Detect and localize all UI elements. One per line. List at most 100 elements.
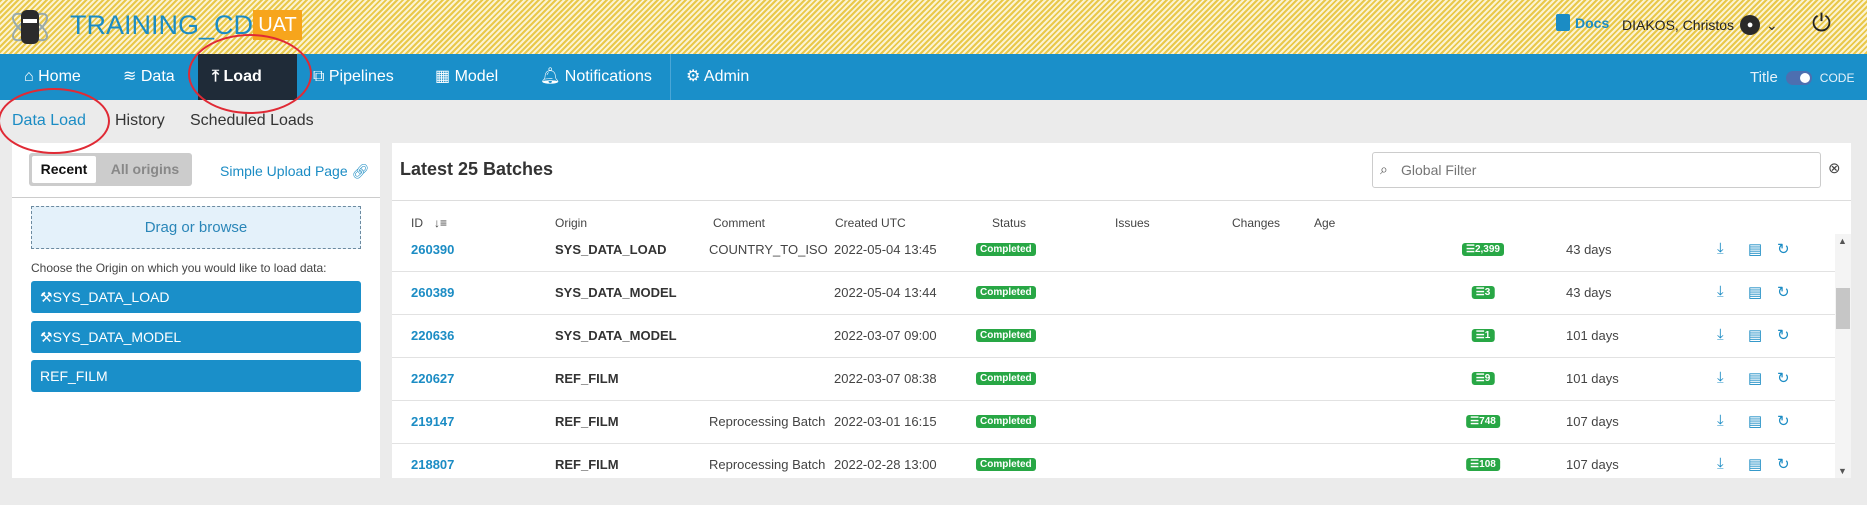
changes-badge[interactable]: ☰3 xyxy=(1471,286,1495,299)
column-header-created-utc[interactable]: Created UTC xyxy=(835,216,906,230)
segment-recent[interactable]: Recent xyxy=(32,156,96,183)
changes-count: 748 xyxy=(1479,416,1496,427)
batch-id-link[interactable]: 260389 xyxy=(411,285,454,300)
changes-badge[interactable]: ☰1 xyxy=(1471,329,1495,342)
origin-cell: REF_FILM xyxy=(555,457,619,472)
table-row[interactable]: 219147 REF_FILM Reprocessing Batch 2022-03-… xyxy=(392,401,1835,444)
nav-label: Admin xyxy=(703,68,750,85)
table-row[interactable]: 260390 SYS_DATA_LOAD COUNTRY_TO_ISO 2022-05… xyxy=(392,229,1835,272)
clear-filter-icon[interactable]: ⊗ xyxy=(1828,159,1841,177)
magic-wand-icon: ⚒ xyxy=(40,329,53,345)
segment-all-origins[interactable]: All origins xyxy=(101,156,189,183)
log-document-icon[interactable]: ▤ xyxy=(1748,412,1762,430)
download-icon[interactable]: ⤓ xyxy=(1717,326,1724,343)
reload-icon[interactable]: ↻ xyxy=(1777,412,1790,430)
subtab-history[interactable]: History xyxy=(115,112,165,130)
user-menu[interactable]: DIAKOS, Christos ● ⌄ xyxy=(1622,15,1778,35)
batch-id-link[interactable]: 260390 xyxy=(411,242,454,257)
changes-count: 108 xyxy=(1479,459,1496,470)
changes-badge[interactable]: ☰2,399 xyxy=(1462,243,1504,256)
log-document-icon[interactable]: ▤ xyxy=(1748,283,1762,301)
nav-pipelines[interactable]: ⧉ Pipelines xyxy=(313,54,394,100)
changes-badge[interactable]: ☰9 xyxy=(1471,372,1495,385)
origin-cell: SYS_DATA_LOAD xyxy=(555,242,667,257)
file-dropzone[interactable]: Drag or browse xyxy=(31,206,361,249)
column-header-comment[interactable]: Comment xyxy=(713,216,765,230)
subtab-scheduled-loads[interactable]: Scheduled Loads xyxy=(190,112,314,130)
home-icon: ⌂ xyxy=(24,68,39,85)
nav-model[interactable]: ▦ Model xyxy=(435,54,498,100)
changes-count: 9 xyxy=(1484,373,1491,384)
download-icon[interactable]: ⤓ xyxy=(1717,369,1724,386)
origin-button[interactable]: ⚒SYS_DATA_MODEL xyxy=(31,321,361,353)
docs-link[interactable]: Docs xyxy=(1556,14,1609,31)
reload-icon[interactable]: ↻ xyxy=(1777,240,1790,258)
list-icon: ☰ xyxy=(1470,416,1480,427)
reload-icon[interactable]: ↻ xyxy=(1777,455,1790,473)
log-document-icon[interactable]: ▤ xyxy=(1748,240,1762,258)
nav-admin[interactable]: ⚙ Admin xyxy=(686,54,749,100)
origin-cell: REF_FILM xyxy=(555,371,619,386)
scrollbar-thumb[interactable] xyxy=(1836,288,1850,329)
log-document-icon[interactable]: ▤ xyxy=(1748,455,1762,473)
batch-id-link[interactable]: 220627 xyxy=(411,371,454,386)
toggle-switch[interactable] xyxy=(1785,70,1812,85)
column-header-id[interactable]: ID xyxy=(411,216,423,230)
reload-icon[interactable]: ↻ xyxy=(1777,369,1790,387)
log-document-icon[interactable]: ▤ xyxy=(1748,326,1762,344)
column-header-origin[interactable]: Origin xyxy=(555,216,587,230)
created-cell: 2022-03-01 16:15 xyxy=(834,414,937,429)
batch-id-link[interactable]: 220636 xyxy=(411,328,454,343)
list-icon: ☰ xyxy=(1475,330,1485,341)
download-icon[interactable]: ⤓ xyxy=(1717,412,1724,429)
nav-label: Data xyxy=(140,68,175,85)
simple-upload-link[interactable]: Simple Upload Page 🔗︎ xyxy=(220,163,369,180)
origin-cell: REF_FILM xyxy=(555,414,619,429)
batch-id-link[interactable]: 219147 xyxy=(411,414,454,429)
scroll-down-icon[interactable]: ▼ xyxy=(1838,466,1847,476)
nav-label: Model xyxy=(454,68,499,85)
status-badge: Completed xyxy=(976,415,1036,428)
toggle-right-label: CODE xyxy=(1819,70,1855,85)
model-icon: ▦ xyxy=(435,68,455,85)
download-icon[interactable]: ⤓ xyxy=(1717,455,1724,472)
table-row[interactable]: 220636 SYS_DATA_MODEL 2022-03-07 09:00 Comp… xyxy=(392,315,1835,358)
column-header-issues[interactable]: Issues xyxy=(1115,216,1150,230)
download-icon[interactable]: ⤓ xyxy=(1717,283,1724,300)
scroll-up-icon[interactable]: ▲ xyxy=(1838,236,1847,246)
download-icon[interactable]: ⤓ xyxy=(1717,240,1724,257)
origin-button[interactable]: REF_FILM xyxy=(31,360,361,392)
list-icon: ☰ xyxy=(1475,287,1485,298)
gear-icon: ⚙ xyxy=(686,68,704,85)
changes-count: 2,399 xyxy=(1474,244,1500,255)
nav-notifications[interactable]: 🔔︎ Notifications xyxy=(540,54,652,100)
origin-panel: Recent All origins Simple Upload Page 🔗︎… xyxy=(12,143,380,478)
table-row[interactable]: 220627 REF_FILM 2022-03-07 08:38 Completed ☰… xyxy=(392,358,1835,401)
list-icon: ☰ xyxy=(1475,373,1485,384)
table-row[interactable]: 218807 REF_FILM Reprocessing Batch 2022-02-… xyxy=(392,444,1835,478)
column-header-changes[interactable]: Changes xyxy=(1232,216,1280,230)
reload-icon[interactable]: ↻ xyxy=(1777,283,1790,301)
bell-icon: 🔔︎ xyxy=(540,68,565,85)
title-code-toggle[interactable]: Title CODE xyxy=(1750,69,1854,86)
changes-badge[interactable]: ☰108 xyxy=(1466,458,1500,471)
magic-wand-icon: ⚒ xyxy=(40,289,53,305)
batch-id-link[interactable]: 218807 xyxy=(411,457,454,472)
created-cell: 2022-02-28 13:00 xyxy=(834,457,937,472)
annotation-circle xyxy=(0,88,110,154)
status-badge: Completed xyxy=(976,286,1036,299)
log-document-icon[interactable]: ▤ xyxy=(1748,369,1762,387)
origin-button[interactable]: ⚒SYS_DATA_LOAD xyxy=(31,281,361,313)
table-row[interactable]: 260389 SYS_DATA_MODEL 2022-05-04 13:44 Comp… xyxy=(392,272,1835,315)
column-header-age[interactable]: Age xyxy=(1314,216,1335,230)
nav-data[interactable]: ≋ Data xyxy=(123,54,175,100)
origin-label: SYS_DATA_LOAD xyxy=(52,289,170,305)
global-filter-input[interactable] xyxy=(1372,152,1821,188)
sort-desc-icon[interactable]: ↓≡ xyxy=(434,216,447,230)
search-icon: ⌕ xyxy=(1380,161,1388,177)
reload-icon[interactable]: ↻ xyxy=(1777,326,1790,344)
table-scrollbar[interactable]: ▲ ▼ xyxy=(1835,234,1851,478)
changes-badge[interactable]: ☰748 xyxy=(1466,415,1500,428)
column-header-status[interactable]: Status xyxy=(992,216,1026,230)
power-icon[interactable]: ⏻ xyxy=(1812,10,1831,38)
